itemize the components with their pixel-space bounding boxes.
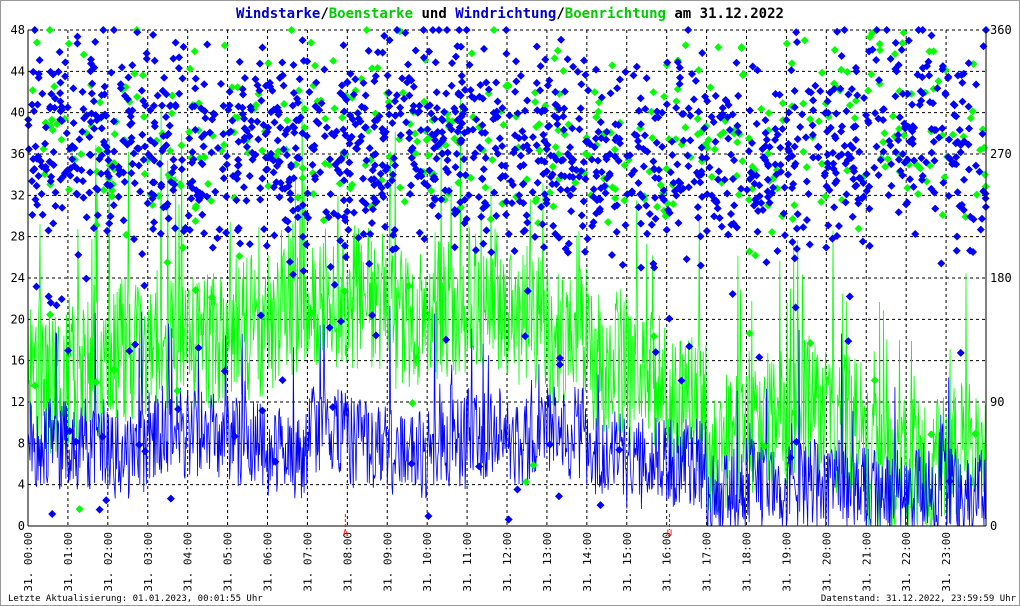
marker-label: U	[667, 529, 672, 539]
x-tick-label: 31. 09:00	[381, 532, 394, 592]
left-tick-label: 12	[11, 395, 25, 409]
x-tick-label: 31. 22:00	[900, 532, 913, 592]
x-tick-label: 31. 21:00	[860, 532, 873, 592]
x-tick-label: 31. 08:00	[341, 532, 354, 592]
x-tick-label: 31. 10:00	[421, 532, 434, 592]
x-tick-label: 31. 01:00	[62, 532, 75, 592]
title-part: und	[413, 6, 455, 22]
left-tick-label: 48	[11, 23, 25, 37]
left-tick-label: 0	[18, 519, 25, 533]
x-tick-label: 31. 03:00	[142, 532, 155, 592]
chart-svg: Windstarke/Boenstarke und Windrichtung/B…	[0, 0, 1020, 606]
right-tick-label: 270	[990, 147, 1012, 161]
left-tick-label: 44	[11, 64, 25, 78]
title-part: /	[320, 6, 328, 22]
x-tick-label: 31. 12:00	[501, 532, 514, 592]
x-tick-label: 31. 16:00	[661, 532, 674, 592]
chart-title: Windstarke/Boenstarke und Windrichtung/B…	[236, 6, 784, 22]
x-tick-label: 31. 17:00	[701, 532, 714, 592]
wind-chart: Windstarke/Boenstarke und Windrichtung/B…	[0, 0, 1020, 606]
x-tick-label: 31. 07:00	[301, 532, 314, 592]
left-tick-label: 8	[18, 436, 25, 450]
x-tick-label: 31. 18:00	[741, 532, 754, 592]
x-tick-label: 31. 20:00	[820, 532, 833, 592]
title-part: Boenrichtung	[565, 6, 666, 22]
x-tick-label: 31. 00:00	[22, 532, 35, 592]
left-tick-label: 24	[11, 271, 25, 285]
left-tick-label: 40	[11, 106, 25, 120]
title-part: am 31.12.2022	[666, 6, 784, 22]
title-part: Windstarke	[236, 6, 320, 22]
right-tick-label: 180	[990, 271, 1012, 285]
x-tick-label: 31. 02:00	[102, 532, 115, 592]
right-tick-label: 90	[990, 395, 1004, 409]
left-tick-label: 16	[11, 354, 25, 368]
left-tick-label: 36	[11, 147, 25, 161]
footer-data-status: Datenstand: 31.12.2022, 23:59:59 Uhr	[821, 594, 1017, 604]
title-part: Windrichtung	[455, 6, 556, 22]
title-part: Boenstarke	[329, 6, 413, 22]
left-tick-label: 32	[11, 188, 25, 202]
left-tick-label: 20	[11, 312, 25, 326]
x-tick-label: 31. 13:00	[541, 532, 554, 592]
title-part: /	[556, 6, 564, 22]
right-tick-label: 360	[990, 23, 1012, 37]
left-tick-label: 28	[11, 230, 25, 244]
x-tick-label: 31. 14:00	[581, 532, 594, 592]
x-tick-label: 31. 06:00	[262, 532, 275, 592]
x-tick-label: 31. 11:00	[461, 532, 474, 592]
right-tick-label: 0	[990, 519, 997, 533]
x-tick-label: 31. 04:00	[182, 532, 195, 592]
left-tick-label: 4	[18, 478, 25, 492]
x-tick-label: 31. 23:00	[940, 532, 953, 592]
footer-last-update: Letzte Aktualisierung: 01.01.2023, 00:01…	[8, 594, 263, 604]
marker-label: A	[343, 529, 349, 539]
x-tick-label: 31. 15:00	[621, 532, 634, 592]
x-tick-label: 31. 05:00	[222, 532, 235, 592]
x-tick-label: 31. 19:00	[780, 532, 793, 592]
